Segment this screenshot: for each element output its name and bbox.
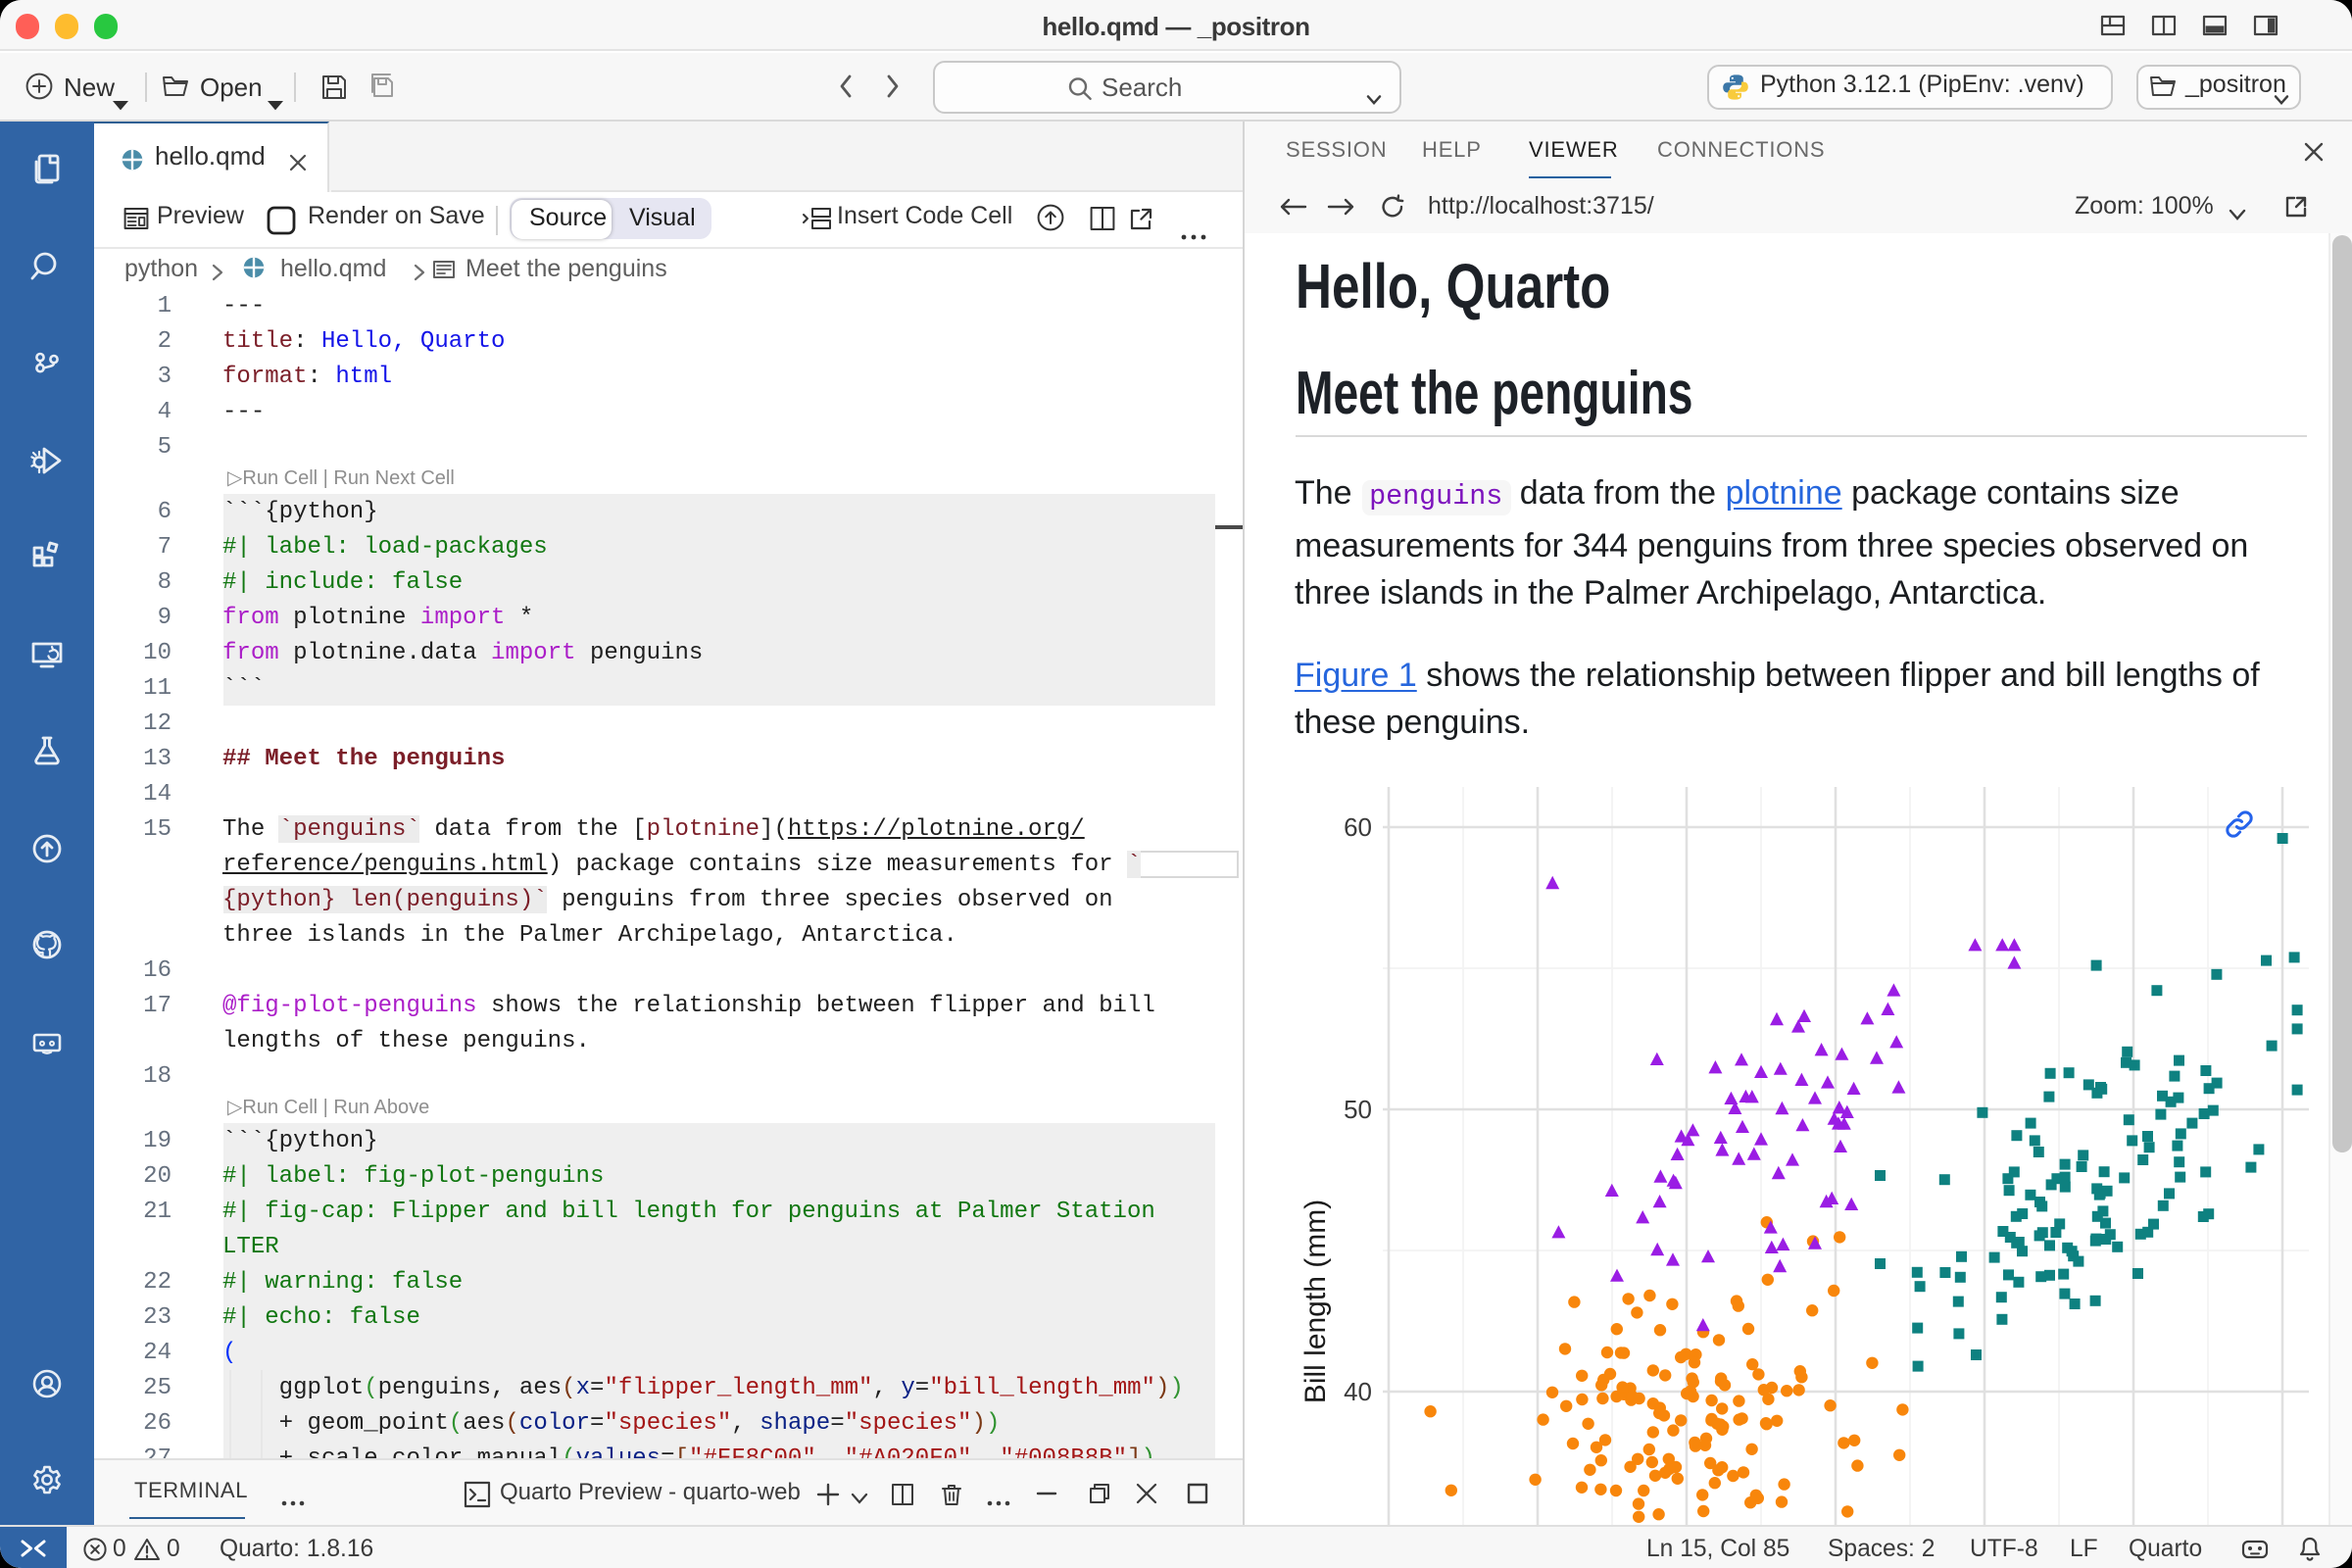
svg-text:40: 40 xyxy=(1343,1377,1371,1406)
svg-text:50: 50 xyxy=(1343,1095,1371,1124)
svg-text:Bill length (mm): Bill length (mm) xyxy=(1298,1200,1331,1403)
svg-text:60: 60 xyxy=(1343,812,1371,842)
